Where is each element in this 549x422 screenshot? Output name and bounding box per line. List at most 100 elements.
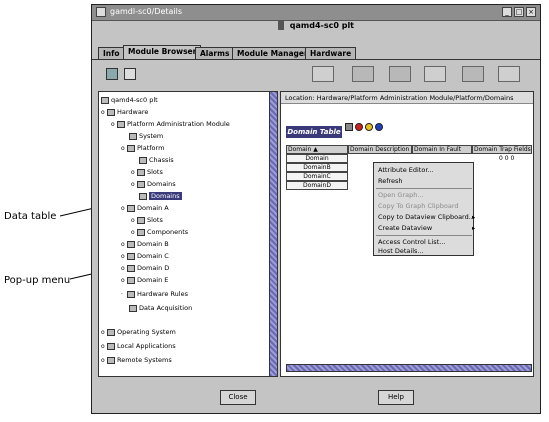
settings-icon[interactable]: [498, 66, 520, 82]
column-header-description[interactable]: Domain Description: [348, 145, 412, 154]
column-header-in-fault[interactable]: Domain In Fault: [412, 145, 472, 154]
menu-item-copy-to-dataview-clipboard[interactable]: Copy to Dataview Clipboard... ▸: [378, 212, 475, 222]
submenu-arrow-icon: ▸: [472, 213, 476, 221]
menu-item-refresh[interactable]: Refresh: [378, 176, 403, 186]
tree-item-domain-d[interactable]: o Domain D: [121, 264, 169, 273]
tree-item-root[interactable]: qamd4-sc0 plt: [101, 96, 158, 105]
components-icon: [137, 228, 145, 236]
tab-divider: [92, 59, 540, 60]
tree-item-hardware-rules[interactable]: · Hardware Rules: [121, 290, 188, 299]
tab-module-manager[interactable]: Module Manager: [232, 47, 313, 59]
column-header-trap-fields[interactable]: Domain Trap Fields: [472, 145, 532, 154]
tree-item-local-applications[interactable]: o Local Applications: [101, 342, 176, 351]
tree-item-domain-e[interactable]: o Domain E: [121, 276, 168, 285]
delete-icon[interactable]: [352, 66, 374, 82]
chassis-icon: [139, 156, 147, 164]
tree-item-domains-selected[interactable]: Domains: [139, 192, 182, 201]
tree-item-pam[interactable]: o Platform Administration Module: [111, 120, 230, 129]
module-icon: [117, 120, 125, 128]
table-row[interactable]: DomainB: [286, 163, 348, 172]
find-icon[interactable]: [124, 68, 136, 80]
domains-icon: [139, 192, 147, 200]
major-alarm-icon[interactable]: [365, 123, 373, 131]
module-tree[interactable]: qamd4-sc0 plt o Hardware o Platform Admini…: [98, 91, 278, 377]
title-bar[interactable]: gamdl-sc0/Details _ □ ×: [92, 5, 540, 21]
domain-icon: [127, 204, 135, 212]
rules-icon: [127, 290, 135, 298]
table-row[interactable]: DomainC: [286, 172, 348, 181]
location-label: Location:: [285, 94, 315, 102]
tree-item-chassis[interactable]: Chassis: [139, 156, 174, 165]
popup-menu: Attribute Editor... Refresh Open Graph..…: [373, 162, 475, 256]
tree-item-platform[interactable]: o Platform: [121, 144, 164, 153]
tree-item-system[interactable]: System: [129, 132, 163, 141]
menu-separator: [376, 188, 472, 189]
menu-item-access-control-list[interactable]: Access Control List...: [378, 237, 445, 247]
os-icon: [107, 328, 115, 336]
tab-module-browser[interactable]: Module Browser: [123, 45, 202, 60]
hierarchy-icon[interactable]: [106, 68, 118, 80]
host-icon: [277, 21, 284, 30]
domain-icon: [127, 264, 135, 272]
platform-icon: [127, 144, 135, 152]
minor-alarm-icon[interactable]: [375, 123, 383, 131]
tree-item-domain-c[interactable]: o Domain C: [121, 252, 169, 261]
menu-item-create-dataview[interactable]: Create Dataview ▸: [378, 223, 475, 233]
location-path: Hardware/Platform Administration Module/…: [316, 94, 514, 102]
tree-item-hardware[interactable]: o Hardware: [101, 108, 148, 117]
domain-icon: [127, 276, 135, 284]
column-header-domain[interactable]: Domain ▲: [286, 145, 348, 154]
menu-item-open-graph[interactable]: Open Graph...: [378, 190, 424, 200]
window-menu-icon[interactable]: [96, 7, 106, 17]
edit-icon[interactable]: [424, 66, 446, 82]
tab-info[interactable]: Info: [98, 47, 125, 59]
monitor-icon[interactable]: [462, 66, 484, 82]
menu-separator: [376, 235, 472, 236]
table-icon[interactable]: [345, 123, 353, 131]
minimize-button[interactable]: _: [502, 7, 512, 17]
system-icon: [129, 132, 137, 140]
tree-item-domain-a[interactable]: o Domain A: [121, 204, 169, 213]
table-horizontal-scrollbar[interactable]: [286, 364, 532, 372]
domain-table-title: Domain Table: [286, 126, 342, 138]
tree-item-components[interactable]: o Components: [131, 228, 188, 237]
tree-item-domain-a-slots[interactable]: o Slots: [131, 216, 163, 225]
submenu-arrow-icon: ▸: [472, 224, 476, 232]
domain-icon: [127, 240, 135, 248]
tree-scrollbar[interactable]: [269, 92, 277, 376]
host-title-bar: qamd4-sc0 plt: [92, 21, 540, 35]
details-window: gamdl-sc0/Details _ □ × qamd4-sc0 plt In…: [91, 4, 541, 414]
tab-alarms[interactable]: Alarms: [195, 47, 235, 59]
host-title: qamd4-sc0 plt: [289, 21, 355, 30]
tree-item-domain-b[interactable]: o Domain B: [121, 240, 169, 249]
slots-icon: [137, 168, 145, 176]
trap-fields-value: 0 0 0: [499, 155, 515, 162]
applications-icon: [107, 342, 115, 350]
tree-item-data-acquisition[interactable]: Data Acquisition: [129, 304, 192, 313]
disabled-icon[interactable]: [389, 66, 411, 82]
tree-item-domains-folder[interactable]: o Domains: [131, 180, 176, 189]
tab-hardware[interactable]: Hardware: [305, 47, 357, 59]
host-icon: [101, 96, 109, 104]
data-icon: [129, 304, 137, 312]
menu-item-copy-to-graph-clipboard[interactable]: Copy To Graph Clipboard: [378, 201, 459, 211]
remote-icon: [107, 356, 115, 364]
domains-icon: [137, 180, 145, 188]
close-button[interactable]: Close: [220, 390, 256, 405]
menu-item-host-details[interactable]: Host Details...: [378, 247, 424, 256]
table-row[interactable]: DomainD: [286, 181, 348, 190]
location-bar: Location: Hardware/Platform Administrati…: [281, 92, 533, 104]
critical-alarm-icon[interactable]: [355, 123, 363, 131]
print-icon[interactable]: [312, 66, 334, 82]
tree-item-slots[interactable]: o Slots: [131, 168, 163, 177]
maximize-button[interactable]: □: [514, 7, 524, 17]
table-row[interactable]: Domain: [286, 154, 348, 163]
help-button[interactable]: Help: [378, 390, 414, 405]
tree-item-remote-systems[interactable]: o Remote Systems: [101, 356, 172, 365]
slots-icon: [137, 216, 145, 224]
close-window-button[interactable]: ×: [526, 7, 536, 17]
window-title: gamdl-sc0/Details: [110, 7, 183, 16]
domain-icon: [127, 252, 135, 260]
tree-item-operating-system[interactable]: o Operating System: [101, 328, 176, 337]
menu-item-attribute-editor[interactable]: Attribute Editor...: [378, 165, 434, 175]
